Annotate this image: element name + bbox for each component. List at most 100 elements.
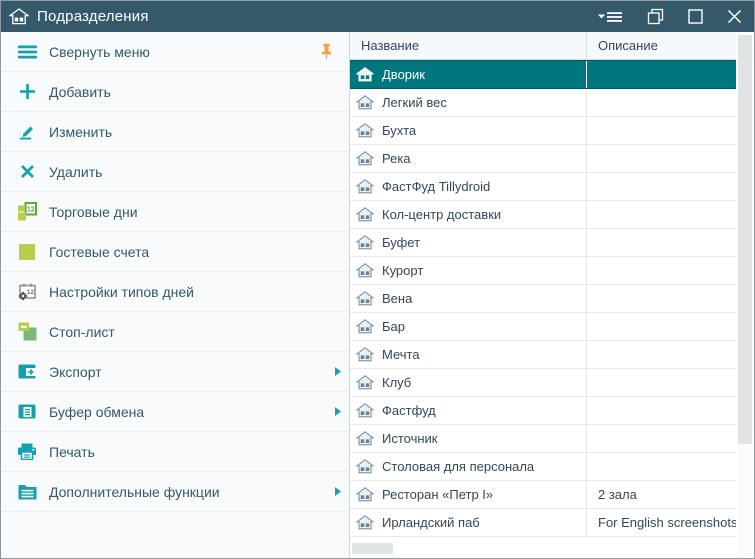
printer-icon — [15, 443, 39, 460]
house-icon — [356, 319, 374, 334]
svg-text:12: 12 — [27, 207, 35, 214]
sidebar-item-label: Стоп-лист — [49, 324, 115, 340]
vertical-scrollbar-thumb[interactable] — [738, 35, 752, 444]
house-icon — [356, 431, 374, 446]
house-icon — [356, 207, 374, 222]
window-title: Подразделения — [37, 8, 149, 25]
department-description — [587, 117, 736, 144]
house-icon — [356, 515, 374, 530]
sidebar-item-label: Печать — [49, 444, 95, 460]
department-description — [587, 313, 736, 340]
table-row[interactable]: Вена — [350, 285, 736, 313]
trading-days-calendar-icon: 12 — [15, 202, 39, 221]
table-row[interactable]: Ресторан «Петр I» 2 зала — [350, 481, 736, 509]
sidebar-item-delete[interactable]: Удалить — [1, 152, 349, 192]
sidebar-item-add[interactable]: Добавить — [1, 72, 349, 112]
column-header-name[interactable]: Название — [350, 32, 587, 59]
sidebar-item-guest-accounts[interactable]: Гостевые счета — [1, 232, 349, 272]
delete-x-icon — [15, 164, 39, 179]
table-row[interactable]: Бухта — [350, 117, 736, 145]
guest-accounts-square-icon — [15, 244, 39, 260]
sidebar-item-collapse-menu[interactable]: Свернуть меню — [1, 32, 349, 72]
calendar-gear-icon: 12 — [15, 283, 39, 301]
table-row[interactable]: Бар — [350, 313, 736, 341]
pencil-icon — [15, 123, 39, 140]
department-name: ФастФуд Tillydroid — [382, 179, 490, 194]
table-row[interactable]: Источник — [350, 425, 736, 453]
department-description — [587, 369, 736, 396]
sidebar-item-stop-list[interactable]: Стоп-лист — [1, 312, 349, 352]
department-name: Курорт — [382, 263, 423, 278]
close-icon[interactable] — [727, 9, 742, 24]
department-description — [587, 229, 736, 256]
app-window: Подразделения — [0, 0, 755, 559]
table-row[interactable]: Курорт — [350, 257, 736, 285]
department-description — [587, 61, 736, 88]
column-header-description[interactable]: Описание — [587, 32, 736, 59]
sidebar-item-label: Дополнительные функции — [49, 484, 220, 500]
department-name: Ирландский паб — [382, 515, 480, 530]
department-name: Столовая для персонала — [382, 459, 534, 474]
department-description — [587, 397, 736, 424]
sidebar-item-label: Экспорт — [49, 364, 102, 380]
house-icon — [356, 291, 374, 306]
table-row[interactable]: Столовая для персонала — [350, 453, 736, 481]
sidebar-item-edit[interactable]: Изменить — [1, 112, 349, 152]
sidebar-item-day-type-settings[interactable]: 12 Настройки типов дней — [1, 272, 349, 312]
department-description — [587, 453, 736, 480]
department-name: Источник — [382, 431, 438, 446]
table-row[interactable]: Буфет — [350, 229, 736, 257]
table-row[interactable]: ФастФуд Tillydroid — [350, 173, 736, 201]
restore-icon[interactable] — [647, 8, 664, 25]
clipboard-folder-icon — [15, 403, 39, 420]
horizontal-scrollbar[interactable] — [352, 543, 735, 554]
department-description — [587, 425, 736, 452]
chevron-right-icon — [335, 407, 341, 416]
department-name: Клуб — [382, 375, 411, 390]
department-name: Буфет — [382, 235, 420, 250]
department-name: Река — [382, 151, 411, 166]
department-description — [587, 173, 736, 200]
department-description — [587, 257, 736, 284]
pin-icon[interactable] — [320, 43, 333, 60]
department-description — [587, 145, 736, 172]
horizontal-scrollbar-thumb[interactable] — [352, 543, 393, 554]
house-icon — [356, 459, 374, 474]
table-row[interactable]: Река — [350, 145, 736, 173]
house-icon — [356, 235, 374, 250]
department-description — [587, 285, 736, 312]
table-row[interactable]: Кол-центр доставки — [350, 201, 736, 229]
department-name: Бухта — [382, 123, 416, 138]
sidebar-item-label: Гостевые счета — [49, 244, 149, 260]
table-row[interactable]: Мечта — [350, 341, 736, 369]
vertical-scrollbar[interactable] — [738, 35, 752, 555]
department-name: Легкий вес — [382, 95, 447, 110]
sidebar-item-clipboard[interactable]: Буфер обмена — [1, 392, 349, 432]
table-row[interactable]: Фастфуд — [350, 397, 736, 425]
app-house-icon — [9, 8, 29, 25]
house-icon — [356, 151, 374, 166]
table-row[interactable]: Клуб — [350, 369, 736, 397]
maximize-icon[interactable] — [688, 9, 703, 24]
table-row[interactable]: Легкий вес — [350, 89, 736, 117]
window-controls — [597, 8, 742, 25]
sidebar-item-trading-days[interactable]: 12 Торговые дни — [1, 192, 349, 232]
sidebar-item-label: Торговые дни — [49, 204, 138, 220]
window-body: Свернуть менюДобавитьИзменитьУдалить 12 То… — [1, 32, 754, 558]
table-row[interactable]: Ирландский пабFor English screenshots — [350, 509, 736, 537]
table-header: Название Описание — [350, 32, 736, 60]
house-icon — [356, 263, 374, 278]
sidebar-item-label: Настройки типов дней — [49, 284, 194, 300]
sidebar-item-export[interactable]: Экспорт — [1, 352, 349, 392]
table-row[interactable]: Дворик — [350, 60, 736, 89]
table-body: Дворик Легкий вес Бухта Река ФастФуд Tillydr… — [350, 60, 736, 537]
department-name: Кол-центр доставки — [382, 207, 501, 222]
department-description: 2 зала — [587, 481, 736, 508]
department-name: Ресторан «Петр I» — [382, 487, 493, 502]
sidebar-item-print[interactable]: Печать — [1, 432, 349, 472]
department-name: Дворик — [382, 67, 425, 82]
titlebar: Подразделения — [1, 1, 754, 32]
system-menu-icon[interactable] — [597, 10, 623, 24]
departments-table: Название Описание Дворик Легкий вес Бухта Р… — [350, 32, 754, 558]
sidebar-item-extra-functions[interactable]: Дополнительные функции — [1, 472, 349, 512]
